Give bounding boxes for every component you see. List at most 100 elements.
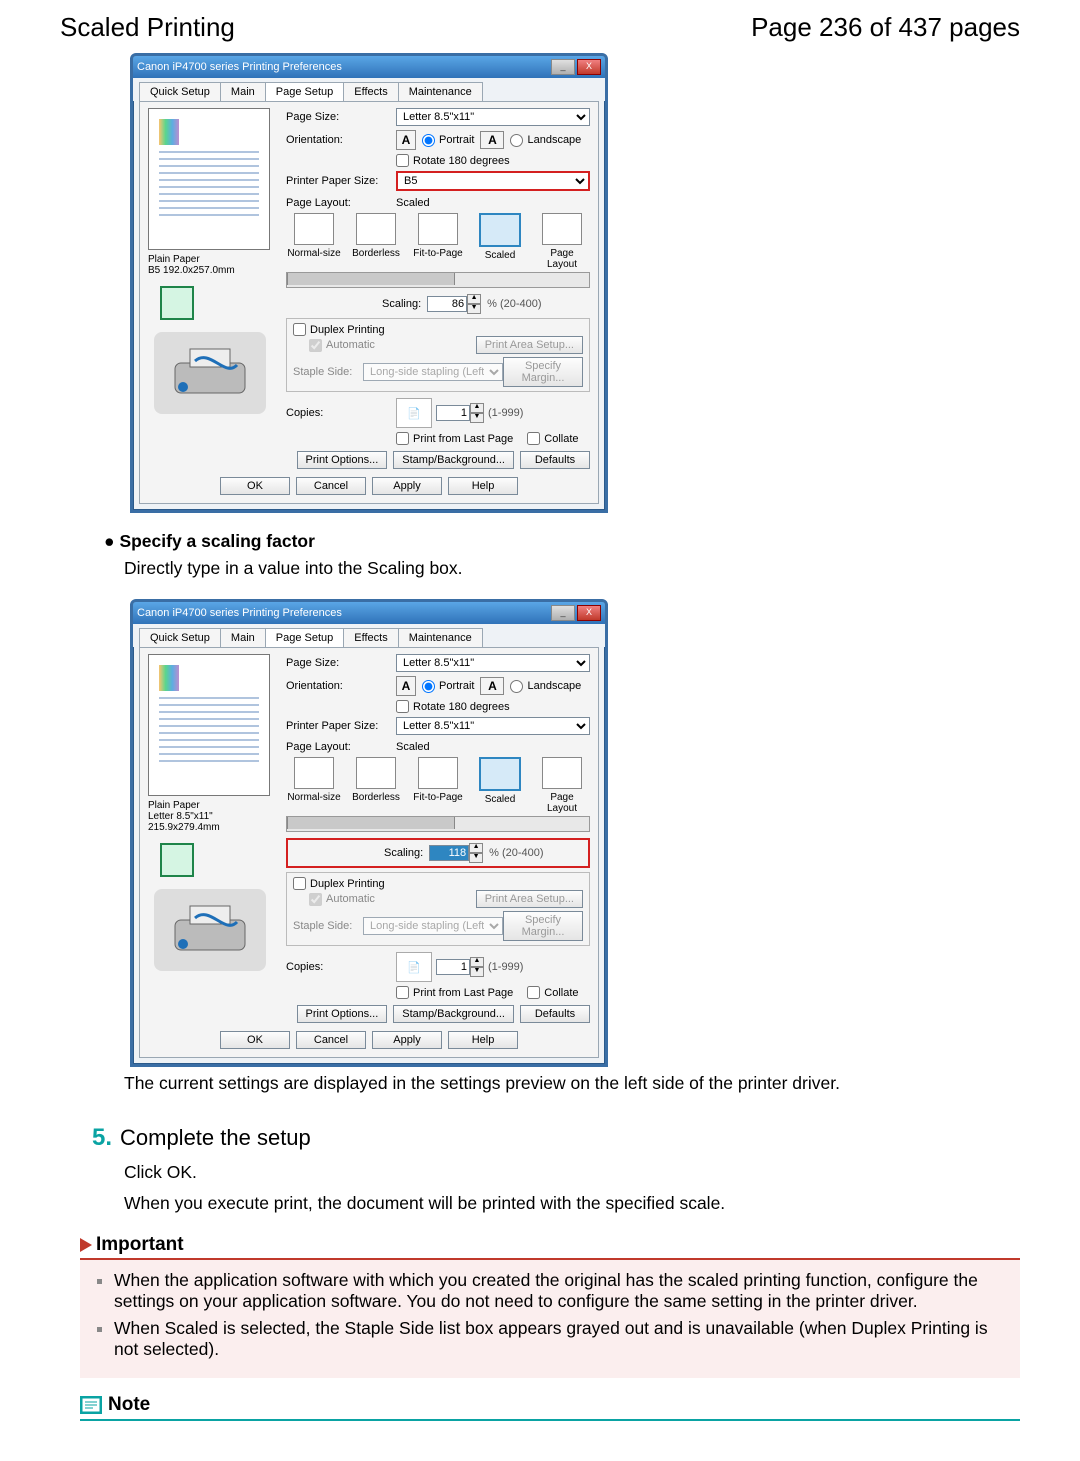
copies-label: Copies: xyxy=(286,407,396,419)
tab-quick-setup[interactable]: Quick Setup xyxy=(139,82,221,101)
copies-input[interactable] xyxy=(436,959,470,975)
scaling-range: % (20-400) xyxy=(487,298,541,310)
duplex-checkbox[interactable]: Duplex Printing xyxy=(293,323,385,336)
apply-button[interactable]: Apply xyxy=(372,1031,442,1049)
landscape-icon: A xyxy=(480,131,504,149)
layout-scrollbar[interactable] xyxy=(286,272,590,288)
layout-borderless[interactable]: Borderless xyxy=(348,213,404,270)
apply-button[interactable]: Apply xyxy=(372,477,442,495)
cancel-button[interactable]: Cancel xyxy=(296,1031,366,1049)
tab-main[interactable]: Main xyxy=(220,82,266,101)
specify-margin-button: Specify Margin... xyxy=(503,911,583,941)
copies-input[interactable] xyxy=(436,405,470,421)
print-from-last-checkbox[interactable]: Print from Last Page xyxy=(396,432,513,445)
defaults-button[interactable]: Defaults xyxy=(520,451,590,469)
portrait-radio[interactable]: Portrait xyxy=(422,680,474,693)
step-5-line1: Click OK. xyxy=(60,1158,1020,1193)
rotate-180-checkbox[interactable]: Rotate 180 degrees xyxy=(396,154,510,167)
preview-media: Plain Paper xyxy=(148,254,276,265)
ok-button[interactable]: OK xyxy=(220,477,290,495)
landscape-radio[interactable]: Landscape xyxy=(510,680,581,693)
printing-preferences-dialog-1: Canon iP4700 series Printing Preferences… xyxy=(130,53,608,513)
scaling-up-icon[interactable]: ▲ xyxy=(469,843,483,853)
staple-side-select: Long-side stapling (Left) xyxy=(363,363,503,381)
layout-borderless[interactable]: Borderless xyxy=(348,757,404,814)
important-item-1: When the application software with which… xyxy=(114,1270,1006,1318)
landscape-radio[interactable]: Landscape xyxy=(510,134,581,147)
preview-envelope-icon xyxy=(160,843,194,877)
print-from-last-checkbox[interactable]: Print from Last Page xyxy=(396,986,513,999)
page-size-select[interactable]: Letter 8.5"x11" xyxy=(396,654,590,672)
portrait-radio[interactable]: Portrait xyxy=(422,134,474,147)
duplex-checkbox[interactable]: Duplex Printing xyxy=(293,877,385,890)
help-button[interactable]: Help xyxy=(448,1031,518,1049)
print-options-button[interactable]: Print Options... xyxy=(297,451,388,469)
tab-maintenance[interactable]: Maintenance xyxy=(398,628,483,647)
window-title: Canon iP4700 series Printing Preferences xyxy=(137,607,342,619)
scaling-range: % (20-400) xyxy=(489,847,543,859)
copies-stepper[interactable]: ▲▼ xyxy=(436,957,484,977)
layout-scaled[interactable]: Scaled xyxy=(472,757,528,814)
print-area-setup-button: Print Area Setup... xyxy=(476,890,583,908)
stamp-background-button[interactable]: Stamp/Background... xyxy=(393,1005,514,1023)
note-icon xyxy=(80,1396,102,1414)
printer-paper-size-select[interactable]: B5 xyxy=(396,171,590,191)
tab-effects[interactable]: Effects xyxy=(343,82,398,101)
close-icon[interactable]: X xyxy=(577,59,601,75)
scaling-input[interactable] xyxy=(429,845,469,861)
note-block: Note xyxy=(60,1378,1020,1421)
defaults-button[interactable]: Defaults xyxy=(520,1005,590,1023)
portrait-icon: A xyxy=(396,130,416,150)
preview-dims: Letter 8.5"x11" 215.9x279.4mm xyxy=(148,811,276,833)
page-size-label: Page Size: xyxy=(286,111,396,123)
layout-normal[interactable]: Normal-size xyxy=(286,213,342,270)
page-layout-list[interactable]: Normal-size Borderless Fit-to-Page Scale… xyxy=(286,213,590,270)
printing-preferences-dialog-2: Canon iP4700 series Printing Preferences… xyxy=(130,599,608,1067)
layout-scrollbar[interactable] xyxy=(286,816,590,832)
tabstrip: Quick Setup Main Page Setup Effects Main… xyxy=(133,78,605,101)
collate-checkbox[interactable]: Collate xyxy=(527,432,578,445)
layout-normal[interactable]: Normal-size xyxy=(286,757,342,814)
scaling-stepper[interactable]: ▲▼ xyxy=(427,294,481,314)
copies-range: (1-999) xyxy=(488,961,523,973)
tab-maintenance[interactable]: Maintenance xyxy=(398,82,483,101)
important-triangle-icon xyxy=(80,1238,92,1252)
tab-quick-setup[interactable]: Quick Setup xyxy=(139,628,221,647)
minimize-icon[interactable]: _ xyxy=(551,605,575,621)
scaling-up-icon[interactable]: ▲ xyxy=(467,294,481,304)
layout-scaled[interactable]: Scaled xyxy=(472,213,528,270)
ok-button[interactable]: OK xyxy=(220,1031,290,1049)
tab-page-setup[interactable]: Page Setup xyxy=(265,82,345,101)
help-button[interactable]: Help xyxy=(448,477,518,495)
important-item-2: When Scaled is selected, the Staple Side… xyxy=(114,1318,1006,1366)
page-layout-list[interactable]: Normal-size Borderless Fit-to-Page Scale… xyxy=(286,757,590,814)
minimize-icon[interactable]: _ xyxy=(551,59,575,75)
step-5-number: 5. xyxy=(80,1124,112,1152)
print-options-button[interactable]: Print Options... xyxy=(297,1005,388,1023)
cancel-button[interactable]: Cancel xyxy=(296,477,366,495)
printer-paper-size-select[interactable]: Letter 8.5"x11" xyxy=(396,717,590,735)
layout-page-layout[interactable]: Page Layout xyxy=(534,757,590,814)
page-size-select[interactable]: Letter 8.5"x11" xyxy=(396,108,590,126)
preview-envelope-icon xyxy=(160,286,194,320)
copies-stepper[interactable]: ▲▼ xyxy=(436,403,484,423)
tab-main[interactable]: Main xyxy=(220,628,266,647)
scaling-stepper[interactable]: ▲▼ xyxy=(429,843,483,863)
tab-effects[interactable]: Effects xyxy=(343,628,398,647)
layout-fit-to-page[interactable]: Fit-to-Page xyxy=(410,213,466,270)
tab-page-setup[interactable]: Page Setup xyxy=(265,628,345,647)
after-dialog2-text: The current settings are displayed in th… xyxy=(60,1067,1020,1106)
scaling-down-icon[interactable]: ▼ xyxy=(467,304,481,314)
close-icon[interactable]: X xyxy=(577,605,601,621)
print-area-setup-button: Print Area Setup... xyxy=(476,336,583,354)
bullet-specify-scaling-desc: Directly type in a value into the Scalin… xyxy=(60,556,1020,589)
stamp-background-button[interactable]: Stamp/Background... xyxy=(393,451,514,469)
important-block: Important When the application software … xyxy=(60,1224,1020,1378)
copies-icon: 📄 xyxy=(396,952,432,982)
layout-page-layout[interactable]: Page Layout xyxy=(534,213,590,270)
collate-checkbox[interactable]: Collate xyxy=(527,986,578,999)
scaling-down-icon[interactable]: ▼ xyxy=(469,853,483,863)
layout-fit-to-page[interactable]: Fit-to-Page xyxy=(410,757,466,814)
scaling-input[interactable] xyxy=(427,296,467,312)
rotate-180-checkbox[interactable]: Rotate 180 degrees xyxy=(396,700,510,713)
